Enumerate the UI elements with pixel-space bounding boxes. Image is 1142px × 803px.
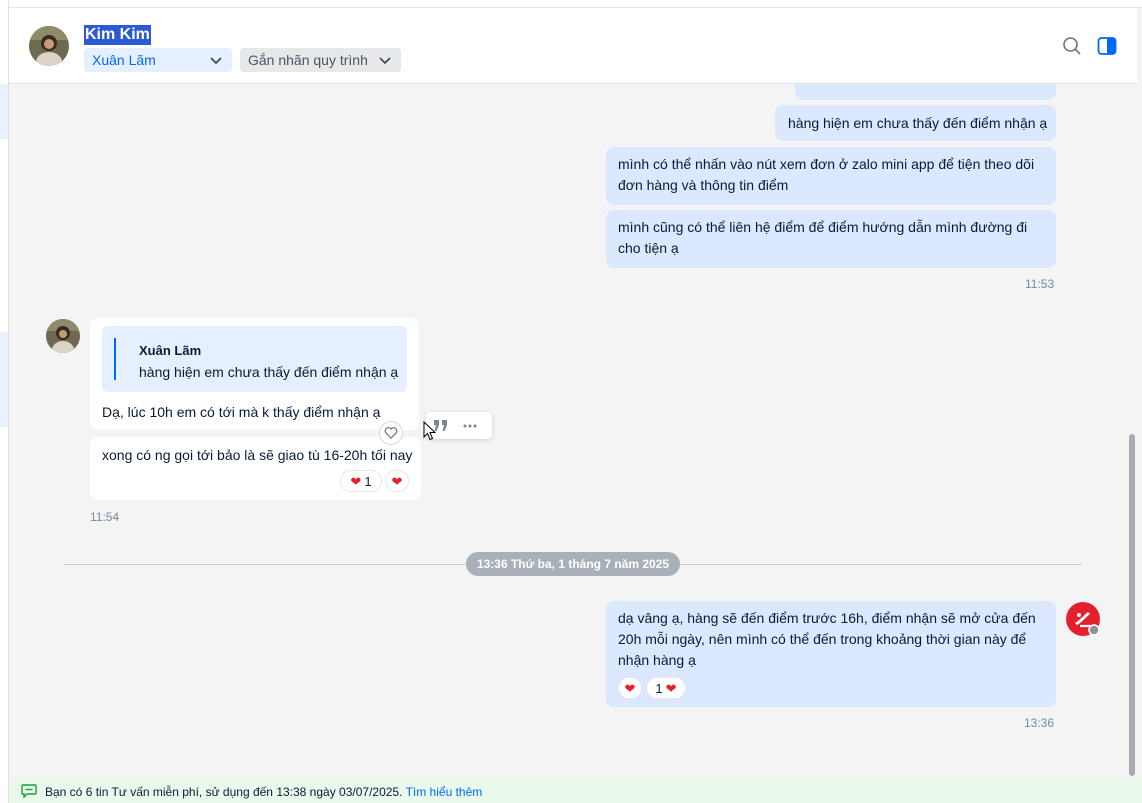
message-text-line: cho tiện ạ xyxy=(618,240,679,256)
chevron-down-icon xyxy=(210,57,222,65)
message-text-line: nhận hàng ạ xyxy=(618,652,696,668)
sender-avatar[interactable] xyxy=(46,319,80,353)
reaction-count: 1 xyxy=(655,680,663,696)
heart-icon: ❤ xyxy=(350,473,362,489)
scrollbar-thumb[interactable] xyxy=(1129,434,1135,776)
message-text-line: dạ vâng ạ, hàng sẽ đến điểm trước 16h, đ… xyxy=(618,610,1036,626)
brand-avatar[interactable] xyxy=(1066,602,1100,636)
message-bubble-outgoing[interactable]: 0988244229 xyxy=(795,84,1056,100)
free-consult-banner: Bạn có 6 tin Tư vấn miễn phí, sử dụng đế… xyxy=(9,778,1142,803)
quote-text: hàng hiện em chưa thấy đến điểm nhận ạ xyxy=(139,364,399,380)
assignee-dropdown[interactable]: Xuân Lãm xyxy=(84,48,232,72)
quote-bar xyxy=(114,338,116,380)
message-timestamp: 11:53 xyxy=(1025,277,1055,291)
message-text: hàng hiện em chưa thấy đến điểm nhận ạ xyxy=(788,115,1048,131)
reaction-summary[interactable]: ❤ 1 xyxy=(340,470,382,492)
heart-icon: ❤ xyxy=(391,473,403,489)
message-text-line: 20h mỗi ngày, nên mình có thể đến trong … xyxy=(618,631,1027,647)
message-text-line: mình cũng có thể liên hệ điểm để điểm hư… xyxy=(618,219,1028,235)
contact-avatar[interactable] xyxy=(29,26,69,66)
message-bubble-outgoing[interactable]: dạ vâng ạ, hàng sẽ đến điểm trước 16h, đ… xyxy=(606,601,1056,707)
message-text-line: mình có thể nhấn vào nút xem đơn ở zalo … xyxy=(618,156,1035,172)
message-bubble-outgoing[interactable]: mình có thể nhấn vào nút xem đơn ở zalo … xyxy=(606,147,1056,205)
chat-icon xyxy=(21,784,37,798)
banner-text: Bạn có 6 tin Tư vấn miễn phí, sử dụng đế… xyxy=(45,785,403,799)
assignee-label: Xuân Lãm xyxy=(92,52,156,68)
message-timestamp: 11:54 xyxy=(90,510,120,524)
tag-label: Gắn nhãn quy trình xyxy=(248,52,368,68)
chat-scrollbar[interactable] xyxy=(1128,84,1136,778)
message-timestamp: 13:36 xyxy=(1024,716,1055,730)
quoted-message[interactable]: Xuân Lãm hàng hiện em chưa thấy đến điểm… xyxy=(102,326,407,392)
left-panel-selection xyxy=(0,84,8,139)
quote-author: Xuân Lãm xyxy=(139,343,202,358)
message-bubble-outgoing[interactable]: mình cũng có thể liên hệ điểm để điểm hư… xyxy=(606,210,1056,268)
heart-outline-icon xyxy=(384,427,398,439)
heart-icon: ❤ xyxy=(665,680,677,696)
tag-dropdown[interactable]: Gắn nhãn quy trình xyxy=(240,48,401,72)
left-panel-selection xyxy=(0,332,8,427)
message-bubble-outgoing[interactable]: hàng hiện em chưa thấy đến điểm nhận ạ xyxy=(775,105,1056,141)
message-text: xong có ng gọi tới bảo là sẽ giao tù 16-… xyxy=(102,447,413,463)
mouse-cursor-icon xyxy=(423,421,437,441)
chat-header: Kim Kim Xuân Lãm Gắn nhãn quy trình xyxy=(9,8,1137,84)
chevron-down-icon xyxy=(379,57,391,65)
more-icon[interactable] xyxy=(463,424,477,428)
message-bubble-incoming[interactable]: Xuân Lãm hàng hiện em chưa thấy đến điểm… xyxy=(90,318,419,430)
date-divider: 13:36 Thứ ba, 1 tháng 7 năm 2025 xyxy=(466,552,680,576)
message-text-line: đơn hàng và thông tin điểm xyxy=(618,177,789,193)
reaction-summary[interactable]: 1 ❤ xyxy=(646,677,686,699)
contact-name[interactable]: Kim Kim xyxy=(84,25,151,45)
left-panel-edge xyxy=(0,0,9,803)
reaction-count: 1 xyxy=(364,473,372,489)
heart-icon: ❤ xyxy=(624,680,636,696)
like-button[interactable] xyxy=(379,421,403,445)
react-button[interactable]: ❤ xyxy=(385,470,409,492)
learn-more-link[interactable]: Tìm hiểu thêm xyxy=(406,785,483,799)
sidebar-toggle-icon[interactable] xyxy=(1097,36,1117,56)
top-edge xyxy=(9,0,1142,8)
message-text: Dạ, lúc 10h em có tới mà k thấy điểm nhậ… xyxy=(102,404,381,420)
search-icon[interactable] xyxy=(1062,36,1082,56)
react-button[interactable]: ❤ xyxy=(618,677,642,699)
